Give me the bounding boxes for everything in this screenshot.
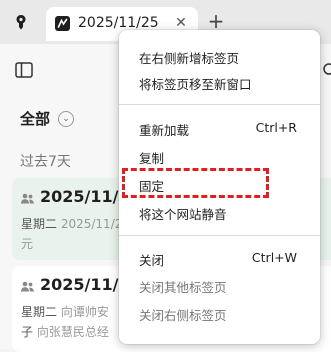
card-title: 2025/11/2: [40, 187, 130, 206]
menu-item-shortcut: Ctrl+W: [251, 250, 297, 265]
menu-item-mute-site[interactable]: 将这个网站静音: [119, 200, 320, 226]
card-snippet-more: 向张慧民总经: [36, 325, 109, 339]
notes-app-icon: [55, 16, 70, 31]
menu-item-close-others[interactable]: 关闭其他标签页: [119, 273, 320, 299]
menu-item-pin[interactable]: 固定: [119, 168, 320, 198]
menu-item-new-tab-right[interactable]: 在右侧新增标签页: [119, 44, 320, 70]
menu-item-label: 关闭: [139, 253, 165, 268]
card-snippet-line: 元: [21, 235, 33, 252]
card-weekday: 星期二: [21, 305, 58, 319]
menu-item-shortcut: Ctrl+R: [255, 120, 297, 135]
card-snippet-line: 子 向张慧民总经: [21, 323, 109, 340]
chevron-down-icon[interactable]: ⌄: [58, 111, 74, 127]
menu-item-label: 重新加载: [139, 123, 190, 138]
people-icon: [21, 193, 34, 204]
menu-divider: [119, 235, 320, 236]
menu-item-label: 关闭其他标签页: [139, 280, 227, 295]
card-weekday: 星期二: [21, 217, 58, 231]
search-icon[interactable]: [322, 62, 331, 76]
menu-item-reload[interactable]: 重新加载 Ctrl+R: [119, 116, 320, 142]
card-meta: 星期二 向谭帅安: [21, 303, 109, 320]
card-meta: 星期二 2025/11/2: [21, 215, 122, 232]
people-icon: [21, 281, 34, 292]
menu-item-label: 复制: [139, 151, 165, 166]
menu-item-label: 将标签页移至新窗口: [139, 77, 252, 92]
section-title: 过去7天: [20, 154, 71, 170]
card-snippet-continued: 子: [21, 325, 34, 339]
menu-divider: [119, 104, 320, 105]
menu-item-duplicate[interactable]: 复制: [119, 144, 320, 170]
card-title: 2025/11/2: [40, 275, 130, 294]
card-snippet: 向谭帅安: [60, 305, 109, 319]
menu-item-label: 固定: [139, 179, 165, 194]
menu-item-close[interactable]: 关闭 Ctrl+W: [119, 246, 320, 272]
menu-item-move-to-new-window[interactable]: 将标签页移至新窗口: [119, 70, 320, 96]
pin-icon[interactable]: [12, 13, 30, 31]
menu-item-label: 在右侧新增标签页: [139, 51, 240, 66]
new-tab-button[interactable]: +: [206, 11, 226, 31]
menu-item-close-right[interactable]: 关闭右侧标签页: [119, 301, 320, 327]
filter-label[interactable]: 全部: [20, 108, 50, 129]
menu-item-label: 关闭右侧标签页: [139, 308, 227, 323]
tab-context-menu: 在右侧新增标签页 将标签页移至新窗口 重新加载 Ctrl+R 复制 固定 将这个…: [119, 30, 320, 344]
card-snippet-continued: 元: [21, 237, 34, 251]
card-snippet: 2025/11/2: [60, 217, 123, 231]
menu-item-label: 将这个网站静音: [139, 207, 227, 222]
tab-title: 2025/11/25: [78, 15, 159, 31]
sidebar-toggle-icon[interactable]: [15, 62, 33, 78]
